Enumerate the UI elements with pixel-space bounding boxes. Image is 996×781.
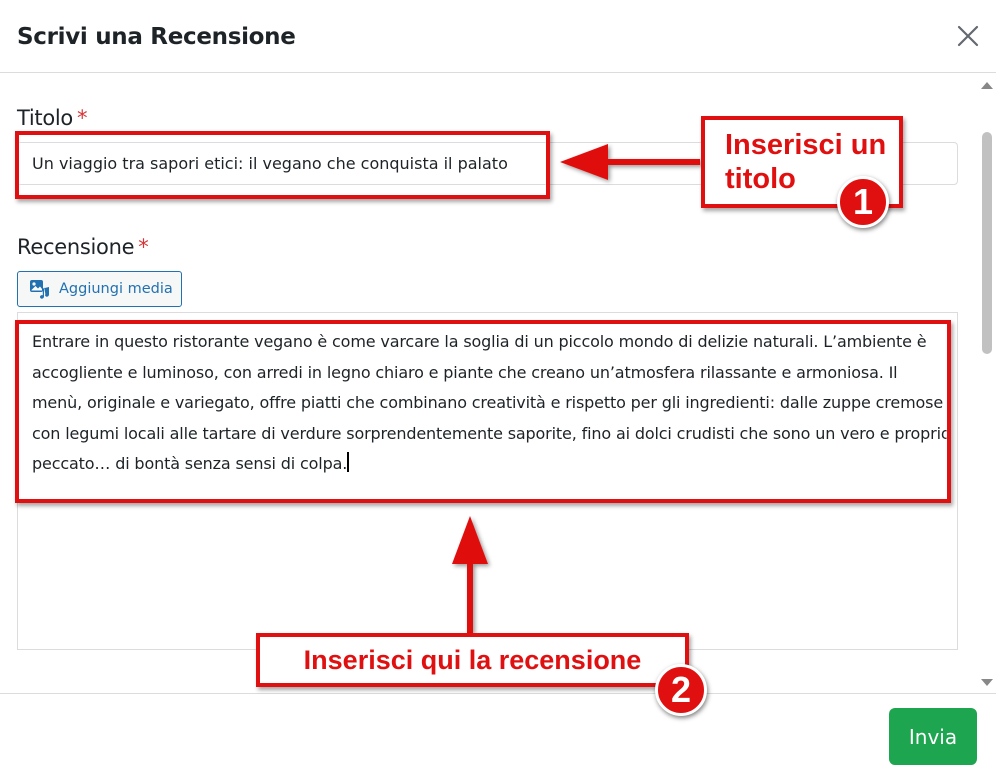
step-badge-2: 2 bbox=[655, 664, 707, 716]
callout-1-line1: Inserisci un bbox=[725, 129, 887, 161]
arrow-to-title bbox=[560, 144, 700, 180]
callout-2-text: Inserisci qui la recensione bbox=[303, 644, 642, 675]
arrow-to-review bbox=[452, 516, 488, 633]
callout-review-hint: Inserisci qui la recensione bbox=[256, 633, 689, 687]
step-badge-1: 1 bbox=[837, 176, 889, 228]
